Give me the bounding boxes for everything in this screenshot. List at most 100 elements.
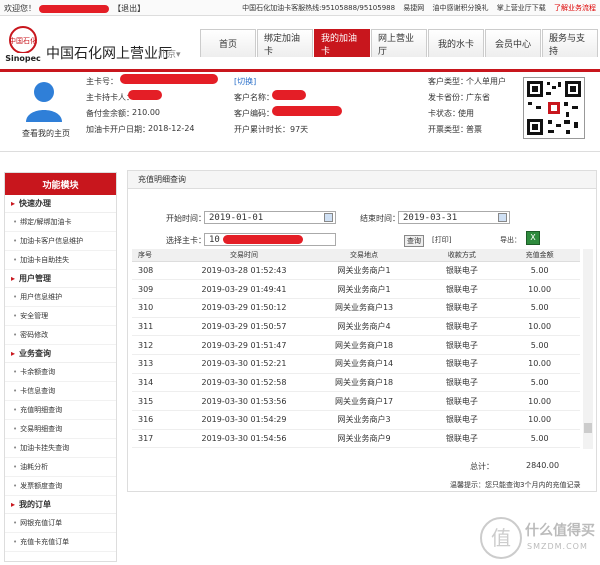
- sidebar-item-transaction-detail[interactable]: 交易明细查询: [5, 420, 116, 439]
- sidebar-section-orders[interactable]: 我的订单: [5, 496, 116, 514]
- cell-amount: 5.00: [499, 261, 580, 281]
- sidebar-item-bind-card[interactable]: 绑定/解绑加油卡: [5, 213, 116, 232]
- sidebar-item-self-report-loss[interactable]: 加油卡自助挂失: [5, 251, 116, 270]
- sidebar-item-security[interactable]: 安全管理: [5, 307, 116, 326]
- cell-payment: 银联电子: [424, 410, 500, 430]
- cell-seq: 309: [132, 279, 185, 299]
- nav-member-center[interactable]: 会员中心: [485, 29, 541, 57]
- table-scrollbar[interactable]: [583, 249, 593, 449]
- redacted-username: [38, 4, 109, 13]
- nav-my-card[interactable]: 我的加油卡: [314, 29, 370, 57]
- cell-amount: 10.00: [499, 279, 580, 299]
- table-row: 315 2019-03-30 01:53:56 网关业务商户17 银联电子 10.00: [132, 391, 580, 411]
- cell-time: 2019-03-30 01:54:56: [184, 429, 304, 449]
- logout-link[interactable]: 【退出】: [113, 4, 145, 13]
- link-yijie[interactable]: 易捷网: [403, 4, 424, 12]
- sidebar-item-invoice-quota[interactable]: 发票额度查询: [5, 477, 116, 496]
- welcome-text: 欢迎您！: [4, 4, 36, 13]
- cust-name-label: 客户名称：: [234, 93, 274, 102]
- sidebar-item-fuel-analysis[interactable]: 油耗分析: [5, 458, 116, 477]
- holder-label: 主卡持卡人：: [86, 93, 134, 102]
- top-bar: 欢迎您！ 【退出】 中国石化加油卡客服热线:95105888/95105988 …: [0, 0, 600, 16]
- sinopec-logo[interactable]: 中国石化 Sinopec: [4, 25, 42, 65]
- sidebar-item-balance[interactable]: 卡余额查询: [5, 363, 116, 382]
- invoice-label: 开票类型：: [428, 125, 468, 134]
- cell-amount: 10.00: [499, 410, 580, 430]
- export-label: 导出：: [500, 236, 521, 244]
- cell-seq: 313: [132, 354, 185, 374]
- end-date-input[interactable]: 2019-03-31: [398, 211, 510, 224]
- sidebar-item-card-info[interactable]: 卡信息查询: [5, 382, 116, 401]
- sidebar-title: 功能模块: [5, 173, 116, 195]
- sidebar-section-user[interactable]: 用户管理: [5, 270, 116, 288]
- cust-code-label: 客户编码：: [234, 109, 274, 118]
- duration-label: 开户累计时长：: [234, 125, 290, 134]
- sidebar-item-cust-info[interactable]: 加油卡客户信息维护: [5, 232, 116, 251]
- table-row: 316 2019-03-30 01:54:29 网关业务商户3 银联电子 10.00: [132, 410, 580, 430]
- nav-bind-card[interactable]: 绑定加油卡: [257, 29, 313, 57]
- calendar-icon[interactable]: [324, 213, 333, 222]
- brand-title: 中国石化网上营业厅: [46, 46, 172, 62]
- status-label: 卡状态：: [428, 109, 460, 118]
- cell-time: 2019-03-29 01:51:47: [184, 335, 304, 355]
- card-select[interactable]: 10: [204, 233, 336, 246]
- cell-payment: 银联电子: [424, 335, 500, 355]
- view-home-link[interactable]: 查看我的主页: [22, 128, 70, 139]
- card-no-label: 主卡号：: [86, 77, 118, 86]
- print-button[interactable]: [打印]: [432, 235, 451, 245]
- redacted-cust-name: [272, 90, 306, 100]
- duration-value: 97天: [290, 125, 309, 134]
- switch-card-link[interactable]: [切换]: [234, 76, 256, 87]
- nav-support[interactable]: 服务与支持: [542, 29, 598, 57]
- cell-seq: 312: [132, 335, 185, 355]
- sidebar-item-recharge-detail[interactable]: 充值明细查询: [5, 401, 116, 420]
- cell-place: 网关业务商户13: [303, 298, 425, 318]
- avatar-icon[interactable]: [22, 78, 66, 122]
- header: 中国石化 Sinopec 中国石化网上营业厅 北京▾ 首页 绑定加油卡 我的加油…: [0, 17, 600, 69]
- cell-amount: 10.00: [499, 391, 580, 411]
- cell-time: 2019-03-29 01:49:41: [184, 279, 304, 299]
- query-button[interactable]: 查询: [404, 235, 424, 247]
- sidebar-item-loss-query[interactable]: 加油卡挂失查询: [5, 439, 116, 458]
- sidebar-item-card-orders[interactable]: 充值卡充值订单: [5, 533, 116, 552]
- link-business-flow[interactable]: 了解业务流程: [554, 4, 596, 12]
- nav-online-hall[interactable]: 网上营业厅: [371, 29, 427, 57]
- panel-title: 充值明细查询: [128, 171, 596, 189]
- hotline-text: 中国石化加油卡客服热线:95105888/95105988: [242, 4, 396, 12]
- redacted-cust-code: [272, 106, 342, 116]
- sidebar-section-query[interactable]: 业务查询: [5, 345, 116, 363]
- sidebar-section-quick[interactable]: 快速办理: [5, 195, 116, 213]
- cell-place: 网关业务商户9: [303, 429, 425, 449]
- excel-icon[interactable]: X: [526, 231, 540, 245]
- start-date-input[interactable]: 2019-01-01: [204, 211, 336, 224]
- scrollbar-thumb[interactable]: [584, 423, 592, 433]
- sidebar: 功能模块 快速办理 绑定/解绑加油卡 加油卡客户信息维护 加油卡自助挂失 用户管…: [4, 172, 117, 562]
- table-row: 308 2019-03-28 01:52:43 网关业务商户1 银联电子 5.00: [132, 261, 580, 281]
- link-app-download[interactable]: 掌上营业厅下载: [497, 4, 546, 12]
- total-value: 2840.00: [526, 461, 560, 470]
- select-card-label: 选择主卡：: [166, 236, 206, 245]
- province-label: 发卡省份：: [428, 93, 468, 102]
- card-select-value: 10: [209, 234, 220, 245]
- province-value: 广东省: [466, 93, 490, 102]
- cell-place: 网关业务商户18: [303, 335, 425, 355]
- city-selector[interactable]: 北京▾: [158, 47, 181, 60]
- svg-text:值: 值: [491, 526, 511, 550]
- recharge-table: 序号 交易时间 交易地点 收款方式 充值金额 308 2019-03-28 01:…: [132, 249, 580, 449]
- link-points[interactable]: 油中感谢积分换礼: [433, 4, 489, 12]
- cell-payment: 银联电子: [424, 317, 500, 337]
- nav-water-card[interactable]: 我的水卡: [428, 29, 484, 57]
- cell-place: 网关业务商户1: [303, 279, 425, 299]
- cell-payment: 银联电子: [424, 279, 500, 299]
- cell-time: 2019-03-30 01:54:29: [184, 410, 304, 430]
- watermark-sub: SMZDM.COM: [527, 542, 588, 551]
- sidebar-item-user-info[interactable]: 用户信息维护: [5, 288, 116, 307]
- cell-amount: 5.00: [499, 429, 580, 449]
- calendar-icon[interactable]: [498, 213, 507, 222]
- card-info-panel: 查看我的主页 主卡号： [切换] 主卡持卡人： 备付金余额： 210.00 加油…: [0, 72, 600, 152]
- nav-home[interactable]: 首页: [200, 29, 256, 57]
- sidebar-item-password[interactable]: 密码修改: [5, 326, 116, 345]
- tip-text: 温馨提示：您只能查询3个月内的充值记录: [450, 481, 581, 489]
- table-row: 310 2019-03-29 01:50:12 网关业务商户13 银联电子 5.00: [132, 298, 580, 318]
- sidebar-item-bank-orders[interactable]: 网银充值订单: [5, 514, 116, 533]
